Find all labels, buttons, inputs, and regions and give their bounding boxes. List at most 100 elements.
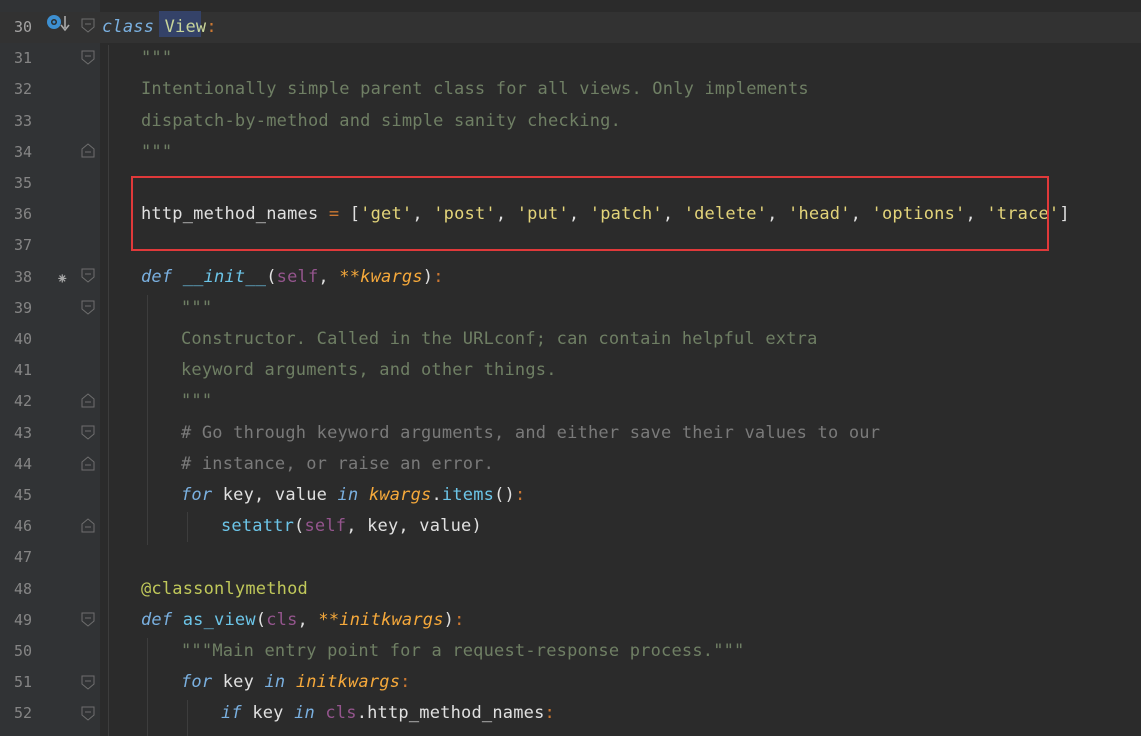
docstring: Main entry point for a request-response … — [212, 641, 714, 661]
code-text-46[interactable]: setattr(self, key, value) — [221, 511, 482, 542]
code-text-39[interactable]: """ — [181, 293, 212, 324]
fold-expand-end-icon[interactable] — [81, 143, 95, 158]
fold-collapse-icon[interactable] — [81, 425, 95, 440]
code-text-31[interactable]: """ — [141, 43, 172, 74]
code-editor[interactable]: 30 31 32 33 34 35 36 37 38 39 40 41 42 4… — [0, 0, 1141, 736]
kwargs-param: **initkwargs — [318, 609, 444, 630]
line-number: 37 — [13, 236, 32, 255]
code-text-52[interactable]: if key in cls.http_method_names: — [221, 698, 555, 729]
code-text-50[interactable]: """Main entry point for a request-respon… — [181, 636, 745, 667]
fold-collapse-icon[interactable] — [81, 300, 95, 315]
line-number: 35 — [13, 174, 32, 192]
code-line-45[interactable]: 45 — [0, 480, 1141, 511]
code-line-39[interactable]: 39 — [0, 293, 1141, 324]
code-text-48[interactable]: @classonlymethod — [141, 574, 308, 605]
code-text-34[interactable]: """ — [141, 137, 172, 168]
keyword: class — [102, 17, 155, 37]
code-text-33[interactable]: dispatch-by-method and simple sanity che… — [141, 106, 621, 137]
method-call: items — [441, 485, 495, 505]
line-number: 48 — [13, 579, 32, 598]
fold-collapse-icon[interactable] — [81, 18, 95, 33]
code-text-43[interactable]: # Go through keyword arguments, and eith… — [181, 418, 880, 449]
colon: : — [544, 703, 555, 724]
fold-collapse-icon[interactable] — [81, 675, 95, 690]
keyword: def — [141, 266, 173, 287]
loop-vars: key, value — [222, 485, 328, 505]
line-number: 40 — [13, 330, 32, 348]
docstring: """ — [181, 297, 213, 318]
line-number: 52 — [13, 704, 32, 723]
docstring: """ — [141, 141, 173, 162]
code-line-47[interactable]: 47 — [0, 542, 1141, 573]
keyword: for — [181, 485, 213, 505]
docstring: Constructor. Called in the URLconf; can … — [181, 329, 818, 349]
dot: . — [356, 703, 368, 724]
docstring-quote: """ — [713, 641, 745, 661]
code-line-46[interactable]: 46 — [0, 511, 1141, 542]
code-text-32[interactable]: Intentionally simple parent class for al… — [141, 74, 809, 105]
docstring: """ — [141, 48, 173, 69]
indent-guide — [108, 45, 109, 736]
paren: ) — [422, 266, 434, 287]
line-number: 33 — [13, 111, 32, 130]
line-number: 47 — [13, 548, 32, 567]
paren: ( — [266, 266, 277, 287]
colon: : — [454, 609, 465, 630]
code-text-44[interactable]: # instance, or raise an error. — [181, 449, 494, 480]
code-text-42[interactable]: """ — [181, 386, 212, 417]
line-number: 31 — [13, 49, 32, 68]
keyword: in — [264, 672, 286, 693]
function-name: __init__ — [182, 266, 267, 287]
code-line-42[interactable]: 42 — [0, 386, 1141, 417]
colon: : — [514, 485, 526, 505]
fold-expand-end-icon[interactable] — [81, 518, 95, 533]
line-number: 50 — [13, 642, 32, 660]
code-line-52[interactable]: 52 — [0, 698, 1141, 729]
comma: , — [297, 609, 308, 630]
code-line-44[interactable]: 44 — [0, 449, 1141, 480]
code-line-41[interactable]: 41 — [0, 355, 1141, 386]
line-number: 42 — [13, 392, 32, 411]
code-text-49[interactable]: def as_view(cls, **initkwargs): — [141, 605, 465, 636]
highlight-box — [131, 176, 1049, 251]
kwargs-ref: kwargs — [368, 485, 432, 505]
override-down-arrow-icon[interactable] — [45, 13, 71, 39]
line-number: 41 — [13, 361, 32, 380]
fold-expand-end-icon[interactable] — [81, 393, 95, 408]
docstring: dispatch-by-method and simple sanity che… — [141, 110, 622, 131]
code-text-41[interactable]: keyword arguments, and other things. — [181, 355, 557, 386]
line-number: 34 — [13, 142, 32, 161]
paren: ) — [471, 516, 482, 537]
line-number: 39 — [13, 298, 32, 317]
docstring: Intentionally simple parent class for al… — [141, 79, 809, 100]
dot: . — [431, 485, 442, 505]
fold-expand-end-icon[interactable] — [81, 456, 95, 471]
line-number: 43 — [13, 423, 32, 442]
builtin-call: setattr — [221, 516, 295, 537]
fold-collapse-icon[interactable] — [81, 706, 95, 721]
kwargs-ref: initkwargs — [295, 672, 401, 693]
self-param: self — [276, 266, 319, 287]
code-text-38[interactable]: def __init__(self, **kwargs): — [141, 262, 444, 293]
colon: : — [400, 672, 411, 693]
function-name: as_view — [182, 609, 256, 630]
line-number: 44 — [13, 454, 32, 473]
code-line-51[interactable]: 51 — [0, 667, 1141, 698]
line-number: 32 — [13, 80, 32, 99]
comment: # Go through keyword arguments, and eith… — [181, 422, 881, 443]
cls-param: cls — [266, 609, 298, 630]
code-text-45[interactable]: for key, value in kwargs.items(): — [181, 480, 525, 511]
fold-collapse-icon[interactable] — [81, 50, 95, 65]
code-text-40[interactable]: Constructor. Called in the URLconf; can … — [181, 324, 818, 355]
indent-guide — [147, 295, 148, 545]
code-text-51[interactable]: for key in initkwargs: — [181, 667, 411, 698]
docstring-quote: """ — [181, 641, 213, 661]
indent-guide — [147, 638, 148, 736]
code-text-30[interactable]: class View: — [102, 12, 217, 43]
indent-guide — [187, 512, 188, 542]
asterisk-icon[interactable]: ⁕ — [56, 270, 69, 288]
line-number: 46 — [13, 517, 32, 536]
fold-collapse-icon[interactable] — [81, 612, 95, 627]
fold-collapse-icon[interactable] — [81, 268, 95, 283]
keyword: for — [181, 672, 213, 693]
